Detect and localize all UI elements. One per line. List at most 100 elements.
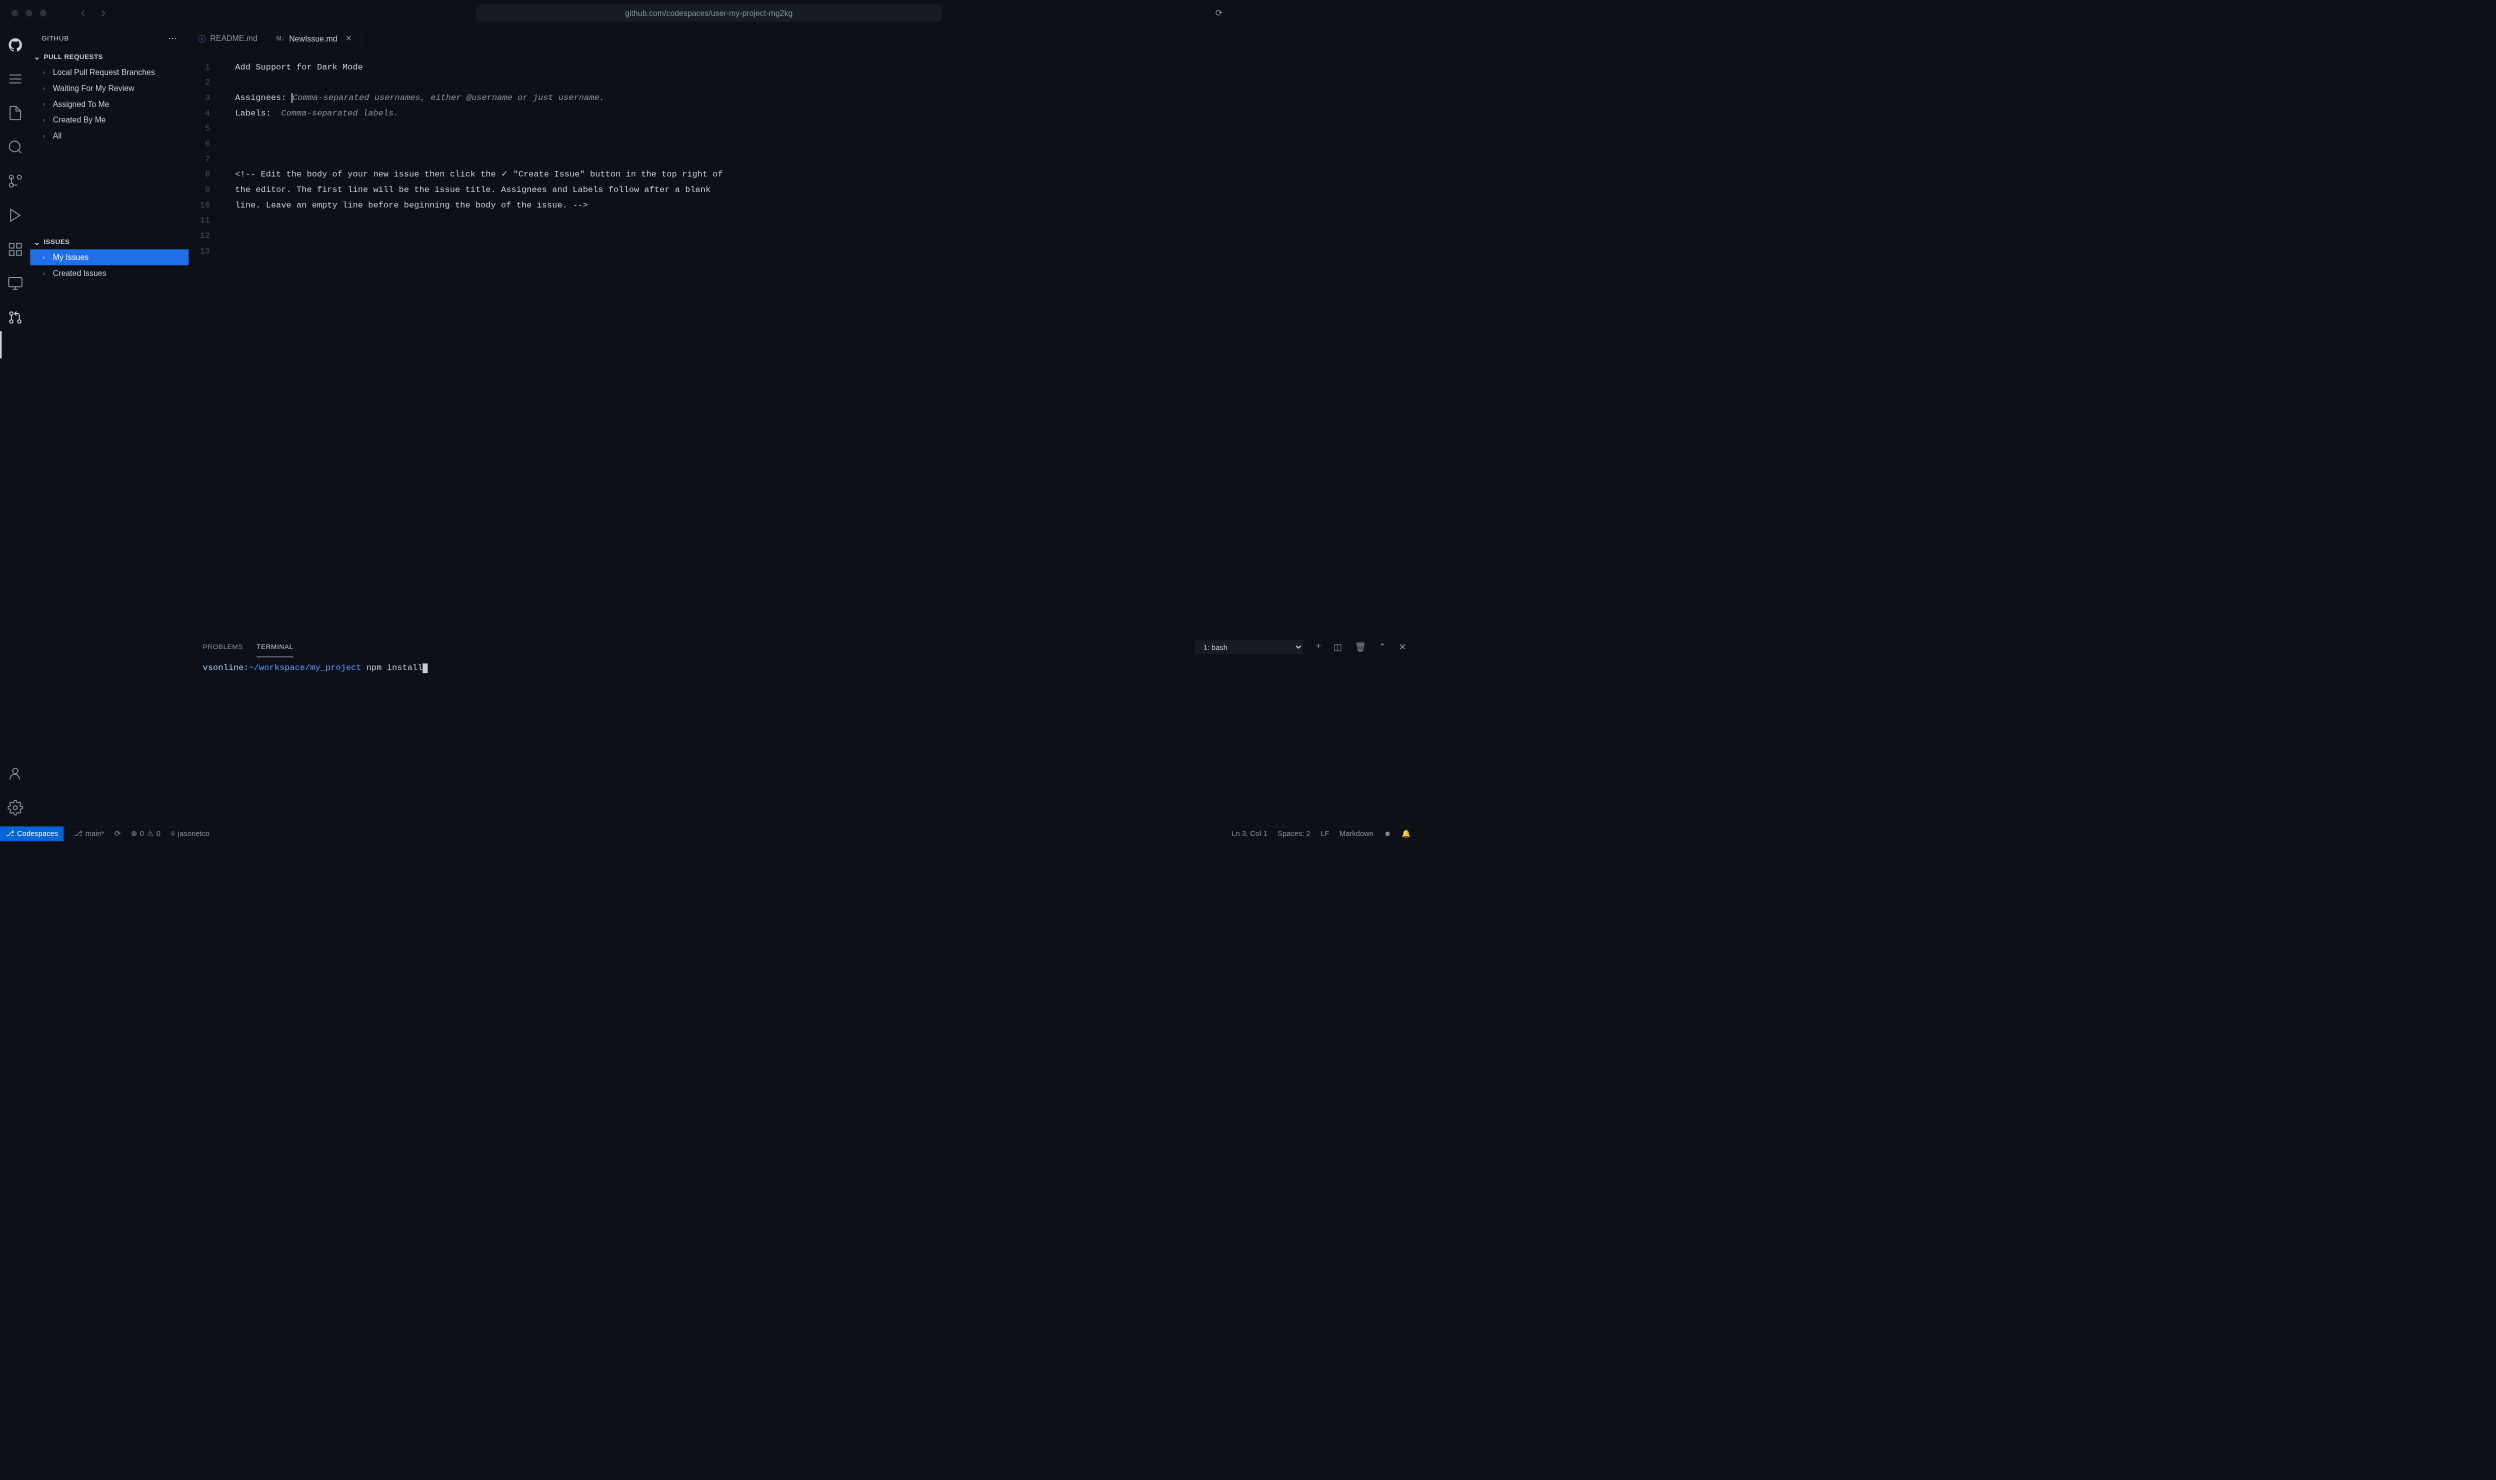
github-icon[interactable]	[7, 37, 23, 53]
tree-item-label: Assigned To Me	[53, 99, 109, 108]
chevron-down-icon: ⌄	[34, 237, 44, 247]
sync-icon: ⟳	[114, 829, 120, 838]
status-bell-icon[interactable]: 🔔	[1402, 829, 1411, 838]
github-pr-icon[interactable]	[7, 310, 23, 326]
pull-requests-section[interactable]: ⌄ PULL REQUESTS	[30, 49, 188, 64]
minimize-window-button[interactable]	[26, 10, 33, 17]
split-terminal-icon[interactable]: ◫	[1334, 641, 1343, 652]
code-line-12[interactable]	[235, 228, 1418, 243]
back-button[interactable]: ‹	[81, 5, 86, 21]
sidebar-item-all[interactable]: ›All	[30, 128, 188, 144]
code-line-10[interactable]: line. Leave an empty line before beginni…	[235, 198, 1418, 213]
problems-tab[interactable]: PROBLEMS	[203, 637, 243, 656]
run-debug-icon[interactable]	[7, 207, 23, 223]
extensions-icon[interactable]	[7, 241, 23, 257]
code-line-1[interactable]: Add Support for Dark Mode	[235, 60, 1418, 75]
status-bar: ⎇ Codespaces ⎇ main* ⟳ ⊗0 ⚠0 ⍟ jasonetco…	[0, 826, 1418, 841]
code-line-8[interactable]: <!-- Edit the body of your new issue the…	[235, 167, 1418, 182]
source-control-icon[interactable]	[7, 173, 23, 189]
chevron-right-icon: ›	[43, 68, 53, 76]
code-line-6[interactable]	[235, 136, 1418, 151]
code-line-7[interactable]	[235, 152, 1418, 167]
info-icon: ⓘ	[198, 33, 205, 44]
tree-item-label: All	[53, 131, 62, 140]
sidebar: GITHUB ⋯ ⌄ PULL REQUESTS ›Local Pull Req…	[30, 26, 189, 826]
explorer-icon[interactable]	[7, 105, 23, 121]
refresh-icon[interactable]: ⟳	[1215, 7, 1223, 18]
chevron-right-icon: ›	[43, 269, 53, 277]
terminal-command: npm install	[366, 663, 422, 673]
status-language[interactable]: Markdown	[1339, 829, 1373, 838]
window-controls	[11, 10, 46, 17]
sidebar-item-assigned-to-me[interactable]: ›Assigned To Me	[30, 96, 188, 112]
status-cursor[interactable]: Ln 3, Col 1	[1232, 829, 1268, 838]
forward-button[interactable]: ›	[101, 5, 106, 21]
tree-item-label: Created Issues	[53, 269, 106, 278]
sidebar-item-created-issues[interactable]: ›Created Issues	[30, 265, 188, 281]
account-icon[interactable]	[7, 766, 23, 782]
remote-icon[interactable]	[7, 275, 23, 291]
close-panel-icon[interactable]: ✕	[1399, 641, 1407, 652]
settings-gear-icon[interactable]	[7, 800, 23, 816]
tab-readme[interactable]: ⓘ README.md	[189, 27, 267, 50]
code-line-13[interactable]	[235, 244, 1418, 259]
tab-label: NewIssue.md	[289, 34, 337, 43]
search-icon[interactable]	[7, 139, 23, 155]
maximize-window-button[interactable]	[40, 10, 47, 17]
error-icon: ⊗	[131, 829, 137, 838]
code-line-11[interactable]	[235, 213, 1418, 228]
status-codespaces[interactable]: ⎇ Codespaces	[0, 826, 64, 841]
editor[interactable]: 12345678910111213 Add Support for Dark M…	[189, 49, 1418, 635]
chevron-right-icon: ›	[43, 132, 53, 140]
terminal-tab[interactable]: TERMINAL	[257, 637, 294, 657]
status-spaces[interactable]: Spaces: 2	[1278, 829, 1311, 838]
chevron-right-icon: ›	[43, 253, 53, 261]
tree-item-label: Created By Me	[53, 115, 106, 124]
close-tab-icon[interactable]: ✕	[345, 34, 352, 44]
status-sync[interactable]: ⟳	[114, 829, 120, 838]
editor-tabs: ⓘ README.md M↓ NewIssue.md ✕	[189, 27, 1418, 50]
chevron-up-icon[interactable]: ⌃	[1379, 641, 1387, 652]
person-icon: ⍟	[171, 829, 175, 838]
terminal[interactable]: vsonline:~/workspace/my_project npm inst…	[189, 658, 1418, 826]
terminal-select[interactable]: 1: bash	[1195, 640, 1303, 654]
terminal-path: ~/workspace/my_project	[249, 663, 361, 673]
line-numbers: 12345678910111213	[189, 60, 220, 636]
url-bar[interactable]: github.com/codespaces/user-my-project-mg…	[476, 5, 942, 22]
issues-section[interactable]: ⌄ ISSUES	[30, 235, 188, 250]
chevron-right-icon: ›	[43, 116, 53, 124]
status-label: main*	[85, 829, 104, 838]
tab-new-issue[interactable]: M↓ NewIssue.md ✕	[267, 27, 361, 50]
terminal-cursor	[423, 663, 428, 673]
status-feedback-icon[interactable]: ☻	[1384, 829, 1392, 838]
status-branch[interactable]: ⎇ main*	[74, 829, 104, 838]
more-icon[interactable]: ⋯	[168, 32, 177, 43]
trash-icon[interactable]: 🗑	[1355, 641, 1367, 652]
sidebar-item-waiting-review[interactable]: ›Waiting For My Review	[30, 80, 188, 96]
section-label: ISSUES	[44, 238, 70, 246]
sidebar-item-my-issues[interactable]: ›My Issues	[30, 249, 188, 265]
sidebar-item-created-by-me[interactable]: ›Created By Me	[30, 112, 188, 128]
code-line-2[interactable]	[235, 75, 1418, 90]
sidebar-item-local-pr-branches[interactable]: ›Local Pull Request Branches	[30, 64, 188, 80]
code-content[interactable]: Add Support for Dark Mode Assignees: Com…	[220, 60, 1417, 636]
new-terminal-icon[interactable]: +	[1316, 642, 1321, 652]
bottom-panel: PROBLEMS TERMINAL 1: bash + ◫ 🗑 ⌃ ✕ vson…	[189, 636, 1418, 826]
markdown-icon: M↓	[276, 35, 284, 42]
branch-icon: ⎇	[74, 829, 83, 838]
code-line-4[interactable]: Labels: Comma-separated labels.	[235, 106, 1418, 121]
status-user[interactable]: ⍟ jasonetco	[171, 829, 210, 838]
status-label: 0	[140, 829, 144, 838]
code-line-3[interactable]: Assignees: Comma-separated usernames, ei…	[235, 90, 1418, 105]
code-line-9[interactable]: the editor. The first line will be the i…	[235, 182, 1418, 197]
code-line-5[interactable]	[235, 121, 1418, 136]
status-problems[interactable]: ⊗0 ⚠0	[131, 829, 161, 838]
status-label: 0	[156, 829, 160, 838]
menu-icon[interactable]	[7, 71, 23, 87]
remote-icon: ⎇	[6, 829, 15, 838]
sidebar-title: GITHUB ⋯	[30, 27, 188, 50]
sidebar-title-text: GITHUB	[41, 34, 68, 42]
status-encoding[interactable]: LF	[1321, 829, 1330, 838]
tab-label: README.md	[210, 34, 257, 43]
close-window-button[interactable]	[11, 10, 18, 17]
